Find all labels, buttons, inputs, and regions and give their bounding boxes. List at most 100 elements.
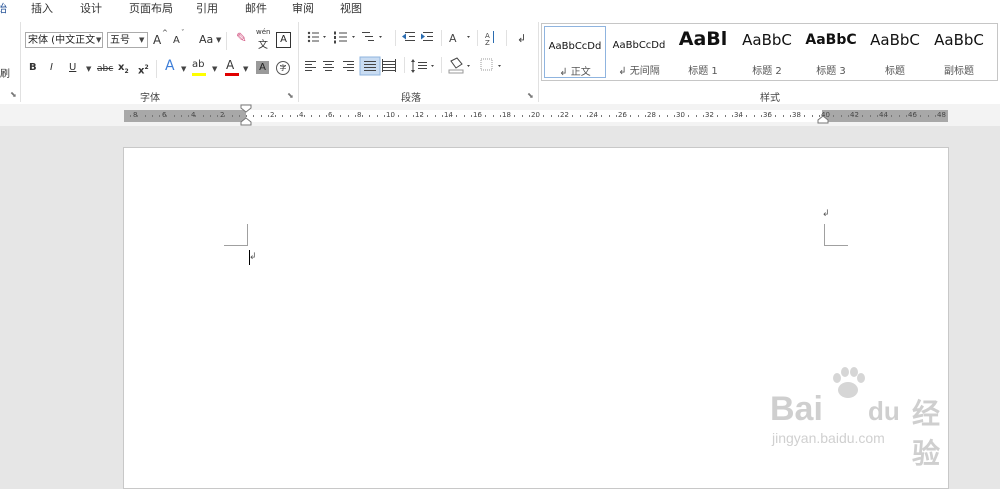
distributed-icon[interactable]: [382, 59, 396, 72]
style-item-2[interactable]: AaBl 标题 1: [672, 26, 734, 78]
indent-markers-icon[interactable]: [240, 104, 252, 126]
ruler-minor-tick: [275, 115, 276, 117]
change-case-caret-icon[interactable]: ▼: [216, 36, 221, 44]
style-item-0[interactable]: AaBbCcDd ↲ 正文: [544, 26, 606, 78]
style-sample: AaBbCcDd: [612, 40, 666, 51]
sort-icon[interactable]: A Z: [485, 31, 494, 47]
style-item-4[interactable]: AaBbC 标题 3: [800, 26, 862, 78]
ruler-minor-tick: [644, 115, 646, 117]
tab-1[interactable]: 插入: [31, 0, 53, 18]
style-name: 标题: [885, 66, 905, 77]
character-border-button[interactable]: A: [276, 32, 291, 48]
ruler-minor-tick: [833, 115, 835, 117]
tab-0[interactable]: 始: [0, 0, 7, 18]
underline-button[interactable]: U: [69, 61, 76, 75]
shading-icon[interactable]: [448, 57, 470, 74]
text-effects-button[interactable]: A: [165, 59, 175, 73]
font-name-caret-icon[interactable]: ▼: [96, 36, 101, 44]
ruler-minor-tick: [514, 115, 516, 117]
ruler-minor-tick: [478, 115, 479, 117]
ruler-minor-tick: [340, 115, 342, 117]
font-launcher-icon[interactable]: ⬊: [287, 91, 294, 100]
watermark-brand2: du: [868, 396, 900, 426]
horizontal-ruler[interactable]: 8642246810121416182022242628303234363840…: [0, 104, 1000, 126]
ruler-minor-tick: [137, 115, 139, 117]
tab-3[interactable]: 页面布局: [129, 0, 173, 18]
subscript-button[interactable]: x2: [118, 61, 129, 79]
tab-4[interactable]: 引用: [196, 0, 218, 18]
font-color-caret-icon[interactable]: ▼: [243, 65, 248, 73]
ruler-minor-tick: [188, 115, 189, 117]
chinese-layout-icon[interactable]: A: [449, 32, 457, 45]
align-left-icon[interactable]: [305, 61, 316, 71]
font-size-caret-icon[interactable]: ▼: [139, 36, 144, 44]
ruler-minor-tick: [601, 115, 603, 117]
align-center-icon[interactable]: [323, 61, 334, 71]
ruler-minor-tick: [652, 115, 653, 117]
font-size-value: 五号: [110, 35, 130, 46]
style-item-5[interactable]: AaBbC 标题: [864, 26, 926, 78]
bold-button[interactable]: B: [29, 61, 37, 75]
header-paragraph-mark: ↲: [822, 209, 830, 219]
multilevel-list-icon[interactable]: [362, 32, 382, 41]
style-sample: AaBbC: [805, 32, 857, 48]
ruler-minor-tick: [398, 115, 400, 117]
underline-caret-icon[interactable]: ▼: [86, 65, 91, 73]
numbering-icon[interactable]: [334, 31, 355, 44]
ruler-minor-tick: [623, 115, 624, 117]
right-indent-marker-icon[interactable]: [817, 114, 829, 124]
ruler-minor-tick: [304, 115, 305, 117]
ruler-minor-tick: [383, 115, 385, 117]
ruler-minor-tick: [695, 115, 697, 117]
clipboard-launcher-icon[interactable]: ⬊: [10, 90, 17, 99]
font-color-button[interactable]: A: [226, 58, 234, 72]
change-case-button[interactable]: Aa: [199, 33, 213, 47]
align-right-icon[interactable]: [343, 61, 354, 71]
show-hide-marks-icon[interactable]: ↲: [517, 32, 526, 45]
ruler-minor-tick: [673, 115, 675, 117]
tab-5[interactable]: 邮件: [245, 0, 267, 18]
italic-button[interactable]: I: [50, 61, 53, 75]
ruler-minor-tick: [804, 115, 806, 117]
style-item-3[interactable]: AaBbC 标题 2: [736, 26, 798, 78]
character-shading-button[interactable]: A: [256, 61, 269, 74]
style-item-1[interactable]: AaBbCcDd ↲ 无间隔: [608, 26, 670, 78]
line-spacing-icon[interactable]: [411, 59, 434, 73]
tab-6[interactable]: 审阅: [292, 0, 314, 18]
style-sample: AaBbCcDd: [548, 41, 602, 52]
ruler-minor-tick: [688, 115, 690, 117]
bullets-icon[interactable]: [307, 31, 326, 43]
font-name-dropdown[interactable]: 宋体 (中文正文: [25, 32, 103, 48]
clear-formatting-icon[interactable]: ✎: [236, 31, 247, 46]
ruler-minor-tick: [441, 115, 443, 117]
font-name-value: 宋体 (中文正文: [28, 35, 96, 46]
phonetic-guide-top[interactable]: wén: [256, 28, 270, 36]
phonetic-guide-bottom[interactable]: 文: [258, 36, 268, 51]
tab-7[interactable]: 视图: [340, 0, 362, 18]
grow-font-button[interactable]: A: [153, 33, 161, 47]
decrease-indent-icon[interactable]: [402, 32, 415, 41]
style-name: 标题 2: [752, 66, 782, 77]
ruler-minor-tick: [470, 115, 472, 117]
enclose-characters-button[interactable]: 字: [276, 61, 290, 75]
ruler-tick-label: 4: [299, 111, 304, 119]
increase-indent-icon[interactable]: [421, 32, 433, 41]
borders-icon[interactable]: [480, 58, 501, 71]
styles-group-label: 样式: [760, 93, 780, 104]
strikethrough-button[interactable]: abc: [97, 62, 113, 76]
ruler-minor-tick: [296, 115, 298, 117]
highlight-caret-icon[interactable]: ▼: [212, 65, 217, 73]
style-item-6[interactable]: AaBbC 副标题: [928, 26, 990, 78]
text-effects-caret-icon[interactable]: ▼: [181, 65, 186, 73]
shrink-font-button[interactable]: A: [173, 34, 180, 48]
paragraph-launcher-icon[interactable]: ⬊: [527, 91, 534, 100]
highlight-button[interactable]: ab: [192, 58, 204, 72]
ruler-minor-tick: [775, 115, 777, 117]
format-painter-label[interactable]: 刷: [0, 68, 10, 82]
body-paragraph-mark: ↲: [249, 252, 257, 262]
ruler-minor-tick: [144, 115, 146, 117]
superscript-button[interactable]: x2: [138, 61, 149, 78]
tab-2[interactable]: 设计: [80, 0, 102, 18]
ruler-minor-tick: [811, 115, 813, 117]
ruler-minor-tick: [224, 115, 226, 117]
